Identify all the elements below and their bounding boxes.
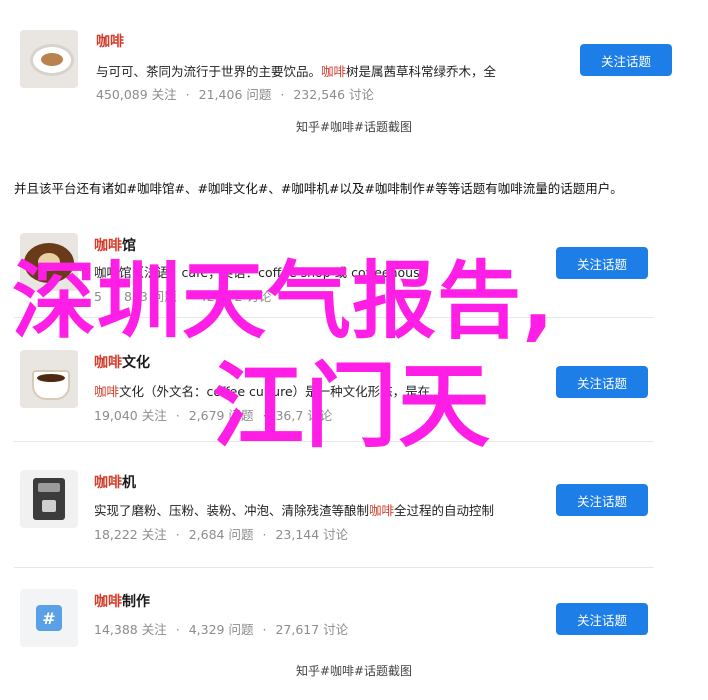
topic-title-coffee-culture[interactable]: 咖啡文化 bbox=[94, 352, 150, 372]
screenshot-caption: 知乎#咖啡#话题截图 bbox=[295, 120, 413, 134]
screenshot-caption: 知乎#咖啡#话题截图 bbox=[295, 664, 413, 678]
latte-thumbnail bbox=[20, 350, 78, 408]
coffee-cup-thumbnail bbox=[20, 30, 78, 88]
coffee-machine-thumbnail bbox=[20, 470, 78, 528]
overlay-headline-line1: 深圳天气报告, bbox=[12, 252, 555, 350]
topic-stats: 14,388 关注 · 4,329 问题 · 27,617 讨论 bbox=[94, 622, 349, 637]
intro-paragraph: 并且该平台还有诸如#咖啡馆#、#咖啡文化#、#咖啡机#以及#咖啡制作#等等话题有… bbox=[14, 181, 623, 196]
hash-icon: # bbox=[36, 605, 62, 631]
overlay-headline-line2: 江门天 bbox=[212, 353, 492, 460]
questions-count: 21,406 问题 bbox=[198, 87, 272, 102]
topic-title-coffee-machine[interactable]: 咖啡机 bbox=[94, 472, 136, 492]
topic-stats: 450,089 关注 · 21,406 问题 · 232,546 讨论 bbox=[96, 87, 375, 102]
topic-description: 实现了磨粉、压粉、装粉、冲泡、清除残渣等酿制咖啡全过程的自动控制 bbox=[94, 503, 495, 518]
top-topic-card: 咖啡 与可可、茶同为流行于世界的主要饮品。咖啡树是属茜草科常绿乔木，全 450,… bbox=[0, 0, 708, 145]
follow-topic-button[interactable]: 关注话题 bbox=[580, 44, 672, 76]
followers-count: 450,089 关注 bbox=[96, 87, 177, 102]
discussions-count: 232,546 讨论 bbox=[293, 87, 375, 102]
follow-topic-button[interactable]: 关注话题 bbox=[556, 603, 648, 635]
topic-description: 与可可、茶同为流行于世界的主要饮品。咖啡树是属茜草科常绿乔木，全 bbox=[96, 64, 497, 79]
divider bbox=[14, 567, 654, 568]
topic-title-coffee-making[interactable]: 咖啡制作 bbox=[94, 591, 150, 611]
follow-topic-button[interactable]: 关注话题 bbox=[556, 484, 648, 516]
follow-topic-button[interactable]: 关注话题 bbox=[556, 366, 648, 398]
topic-title[interactable]: 咖啡 bbox=[96, 31, 124, 51]
topic-stats: 18,222 关注 · 2,684 问题 · 23,144 讨论 bbox=[94, 527, 349, 542]
follow-topic-button[interactable]: 关注话题 bbox=[556, 247, 648, 279]
hash-topic-thumbnail: # bbox=[20, 589, 78, 647]
